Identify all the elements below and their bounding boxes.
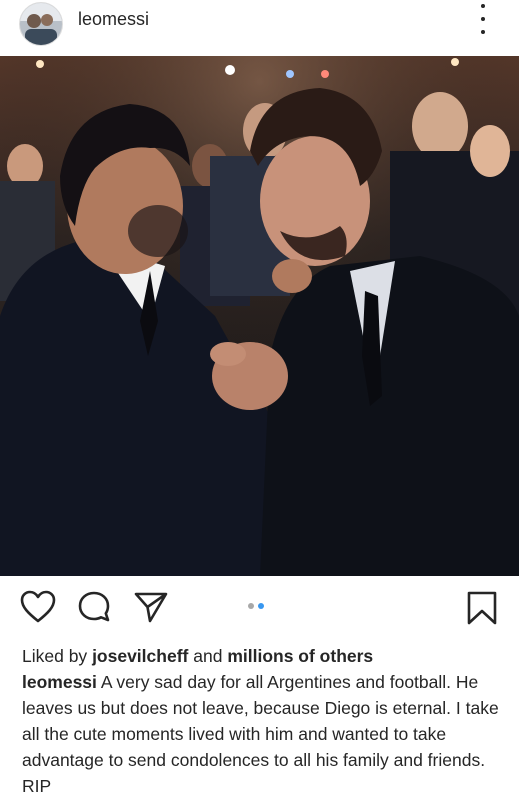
more-vertical-icon[interactable] xyxy=(476,4,490,34)
comment-icon[interactable] xyxy=(77,590,111,624)
caption-area: Liked by josevilcheff and millions of ot… xyxy=(22,643,502,799)
likes-connector: and xyxy=(193,646,223,666)
bookmark-icon[interactable] xyxy=(466,590,498,626)
likes-count[interactable]: millions of others xyxy=(227,646,373,666)
post-photo[interactable] xyxy=(0,56,519,576)
carousel-indicator xyxy=(248,603,264,609)
caption-username[interactable]: leomessi xyxy=(22,672,97,692)
post-image xyxy=(0,56,519,576)
post-username[interactable]: leomessi xyxy=(78,9,149,30)
carousel-dot-inactive xyxy=(248,603,254,609)
send-icon[interactable] xyxy=(133,590,169,624)
action-bar xyxy=(0,576,519,638)
likes-prefix: Liked by xyxy=(22,646,88,666)
avatar[interactable] xyxy=(19,2,63,46)
likes-line: Liked by josevilcheff and millions of ot… xyxy=(22,643,502,669)
caption-text-block: leomessi A very sad day for all Argentin… xyxy=(22,669,502,799)
liked-by-user[interactable]: josevilcheff xyxy=(92,646,188,666)
heart-icon[interactable] xyxy=(20,590,56,624)
profile-avatar-icon xyxy=(20,3,62,45)
post-header: leomessi xyxy=(0,0,519,56)
carousel-dot-active xyxy=(258,603,264,609)
